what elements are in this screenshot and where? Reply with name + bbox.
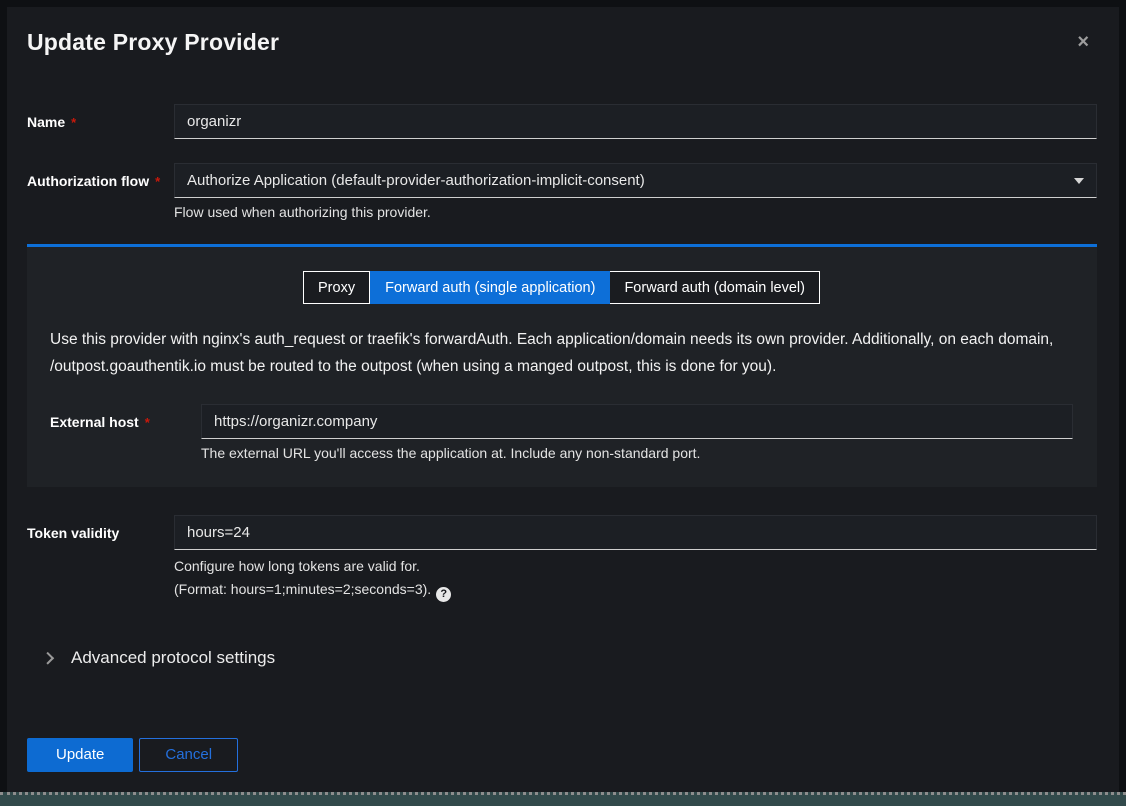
token-validity-help: Configure how long tokens are valid for.…: [174, 558, 1097, 602]
required-asterisk: *: [71, 115, 76, 130]
background-page-strip: [0, 792, 1126, 806]
tab-proxy[interactable]: Proxy: [303, 271, 370, 304]
name-input[interactable]: [174, 104, 1097, 139]
token-validity-label-text: Token validity: [27, 525, 119, 541]
name-row: Name *: [27, 104, 1097, 139]
chevron-right-icon: [41, 652, 54, 665]
help-question-icon[interactable]: ?: [436, 587, 451, 602]
required-asterisk: *: [145, 415, 150, 430]
update-proxy-provider-modal: Update Proxy Provider × Name * Authorizat…: [7, 7, 1119, 793]
token-validity-help-line1: Configure how long tokens are valid for.: [174, 558, 1097, 574]
proxy-mode-card: Proxy Forward auth (single application) …: [27, 244, 1097, 487]
external-host-input[interactable]: [201, 404, 1073, 439]
external-host-label-text: External host: [50, 414, 139, 430]
close-icon[interactable]: ×: [1077, 34, 1089, 50]
external-host-row: External host * The external URL you'll a…: [50, 404, 1073, 461]
mode-description: Use this provider with nginx's auth_requ…: [50, 326, 1073, 380]
external-host-label: External host *: [50, 404, 201, 431]
authorization-flow-label: Authorization flow *: [27, 163, 174, 190]
token-validity-help-line2: (Format: hours=1;minutes=2;seconds=3).?: [174, 581, 1097, 602]
authorization-flow-select-wrap: Authorize Application (default-provider-…: [174, 163, 1097, 198]
chevron-down-icon: [1074, 178, 1084, 184]
external-host-help: The external URL you'll access the appli…: [201, 445, 1073, 461]
token-validity-input[interactable]: [174, 515, 1097, 550]
tab-forward-auth-domain-level[interactable]: Forward auth (domain level): [610, 271, 820, 304]
authorization-flow-row: Authorization flow * Authorize Applicatio…: [27, 163, 1097, 220]
name-label: Name *: [27, 104, 174, 131]
required-asterisk: *: [155, 174, 160, 189]
modal-header: Update Proxy Provider ×: [27, 28, 1097, 56]
modal-title: Update Proxy Provider: [27, 28, 279, 56]
token-validity-format-text: (Format: hours=1;minutes=2;seconds=3).: [174, 581, 431, 597]
cancel-button[interactable]: Cancel: [139, 738, 238, 772]
token-validity-row: Token validity Configure how long tokens…: [27, 515, 1097, 602]
authorization-flow-select[interactable]: Authorize Application (default-provider-…: [174, 163, 1097, 198]
update-button[interactable]: Update: [27, 738, 133, 772]
advanced-protocol-settings-toggle[interactable]: Advanced protocol settings: [44, 648, 1097, 668]
proxy-mode-tabs: Proxy Forward auth (single application) …: [50, 271, 1073, 304]
provider-form: Name * Authorization flow * Authorize Appl…: [27, 104, 1097, 772]
modal-footer: Update Cancel: [27, 738, 1097, 772]
advanced-protocol-settings-label: Advanced protocol settings: [71, 648, 275, 668]
token-validity-label: Token validity: [27, 515, 174, 541]
authorization-flow-help: Flow used when authorizing this provider…: [174, 204, 1097, 220]
page-background: Update Proxy Provider × Name * Authorizat…: [0, 0, 1126, 806]
tab-forward-auth-single-application[interactable]: Forward auth (single application): [370, 271, 610, 304]
name-label-text: Name: [27, 114, 65, 130]
authorization-flow-label-text: Authorization flow: [27, 173, 149, 189]
